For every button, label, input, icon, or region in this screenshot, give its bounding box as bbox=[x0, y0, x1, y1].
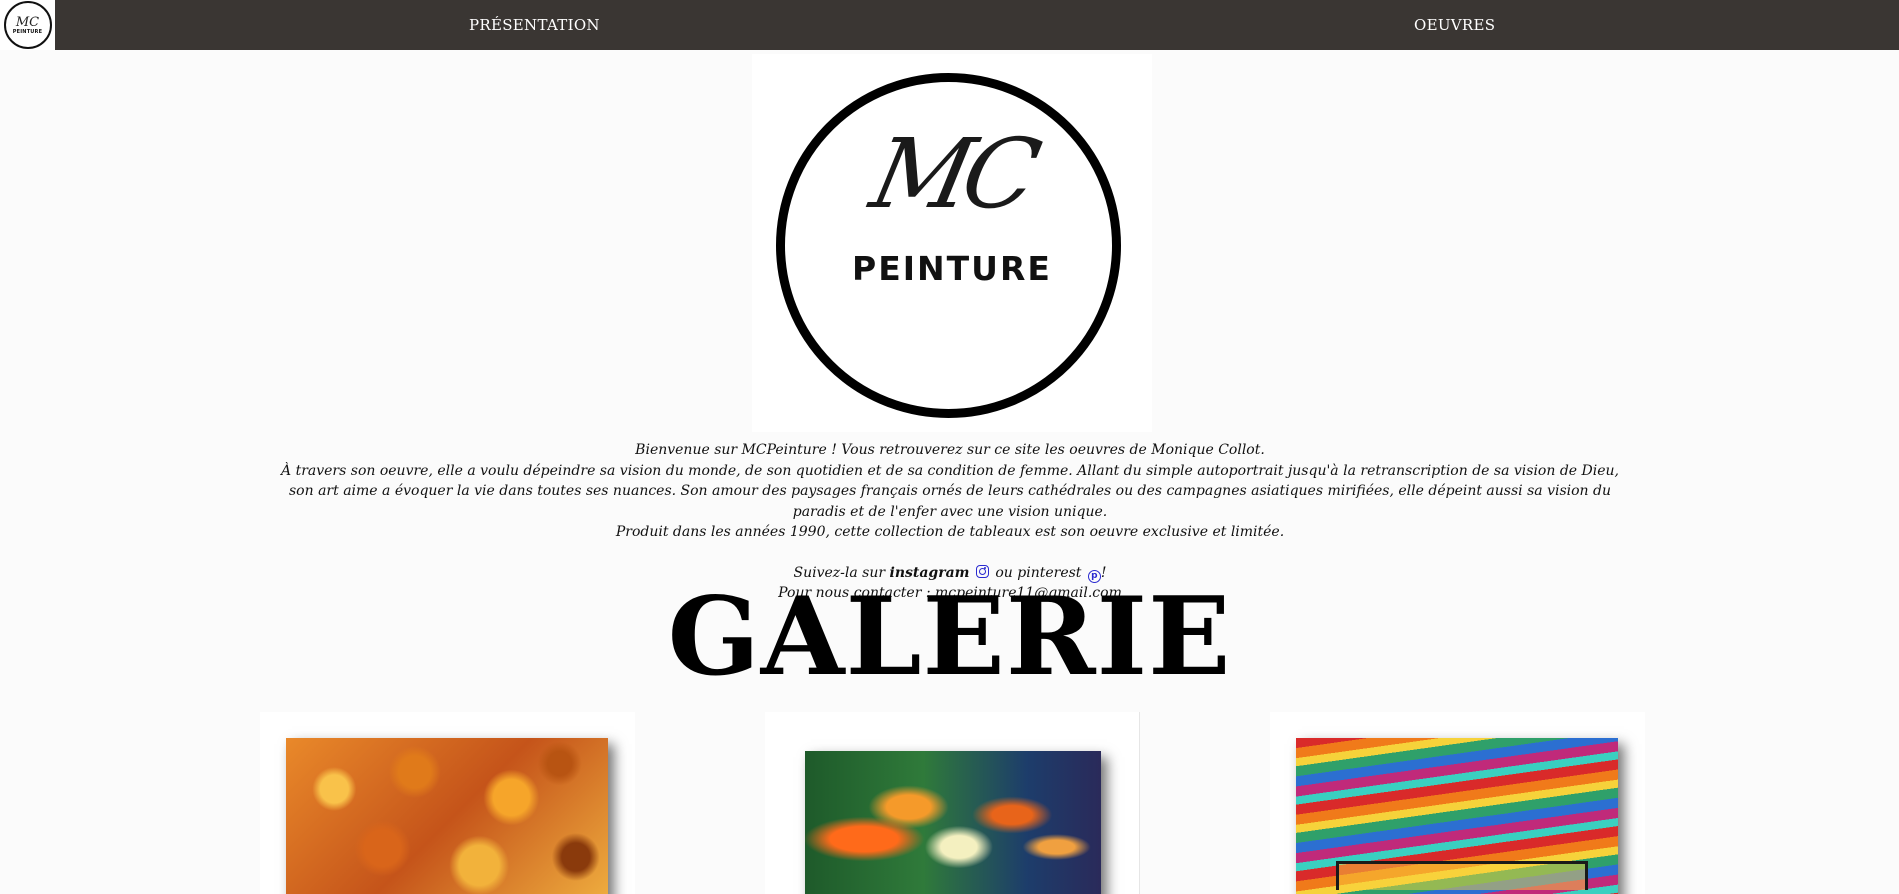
nav-link-presentation[interactable]: PRÉSENTATION bbox=[469, 0, 600, 50]
intro-production: Produit dans les années 1990, cette coll… bbox=[615, 524, 1285, 540]
nav-logo-peinture: PEINTURE bbox=[12, 28, 43, 35]
painting-flames-figure-image[interactable] bbox=[805, 751, 1101, 894]
intro-welcome: Bienvenue sur MCPeinture ! Vous retrouve… bbox=[635, 442, 1265, 458]
painting-colorful-stripes-image[interactable] bbox=[1296, 738, 1618, 894]
nav-logo[interactable]: MC PEINTURE bbox=[0, 0, 55, 50]
hero-logo-mc: MC bbox=[862, 118, 1042, 230]
hero-logo-peinture: PEINTURE bbox=[852, 249, 1052, 288]
nav-logo-ring: MC PEINTURE bbox=[3, 1, 52, 49]
nav-link-oeuvres[interactable]: OEUVRES bbox=[1414, 0, 1495, 50]
intro-description: À travers son oeuvre, elle a voulu dépei… bbox=[281, 462, 1619, 520]
hero-logo: MC PEINTURE bbox=[752, 54, 1152, 432]
painting-orange-flowers-image[interactable] bbox=[286, 738, 608, 894]
gallery-title: GALERIE bbox=[667, 574, 1232, 700]
gallery-card bbox=[1270, 712, 1645, 894]
nav-logo-mc: MC bbox=[15, 14, 40, 30]
gallery-card bbox=[260, 712, 635, 894]
top-navigation-bar: MC PEINTURE PRÉSENTATION OEUVRES bbox=[0, 0, 1899, 50]
intro-spacer bbox=[280, 543, 1620, 563]
gallery-card bbox=[765, 712, 1140, 894]
